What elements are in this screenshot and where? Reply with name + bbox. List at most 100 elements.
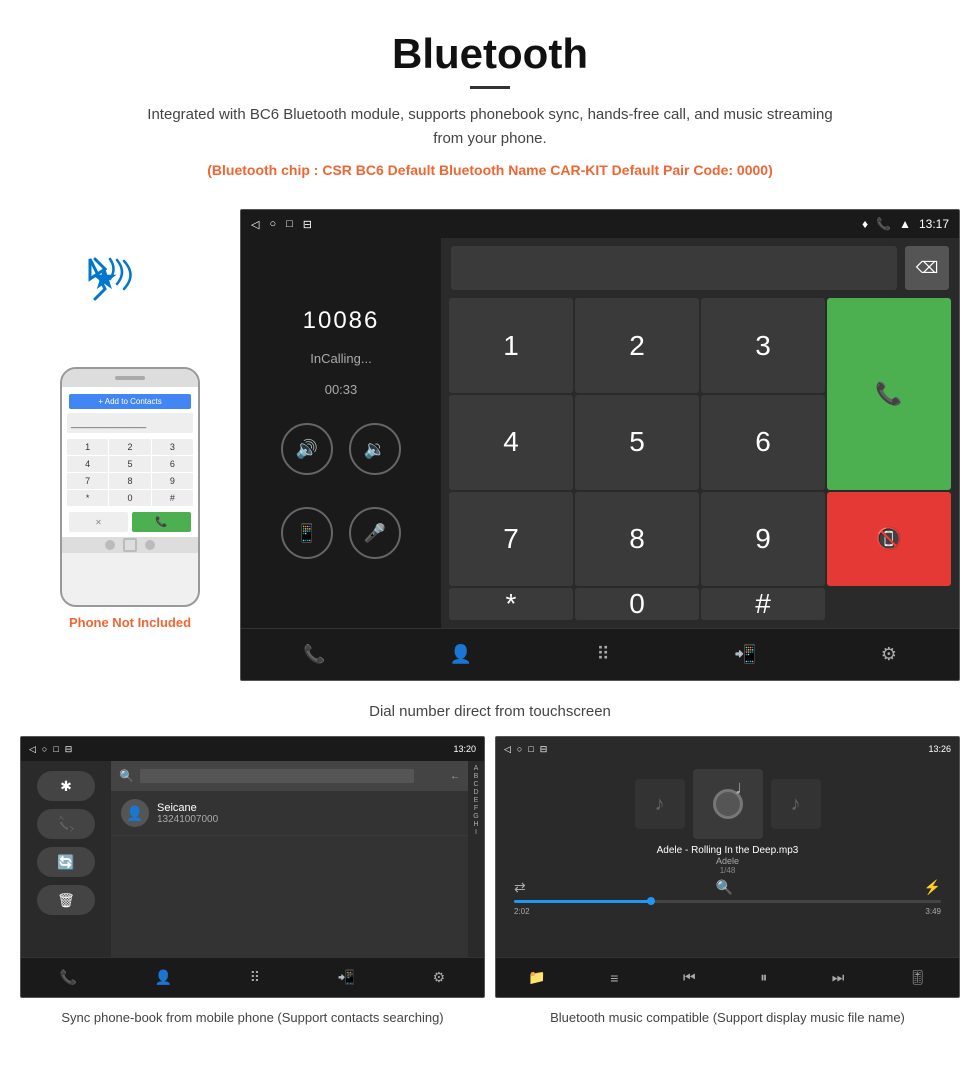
pb-alpha-g[interactable]: G [473, 813, 478, 820]
album-art-main: ♩ [693, 769, 763, 839]
key-1[interactable]: 1 [449, 298, 573, 393]
dial-right-panel: ⌫ 1 2 3 📞 4 5 6 7 8 9 * 0 # 📵 [441, 238, 959, 628]
android-status-bar: ◁ ○ □ ⊟ ♦ 📞 ▲ 13:17 [241, 210, 959, 238]
pb-back-arrow[interactable]: ← [450, 771, 460, 782]
pb-alpha-b[interactable]: B [474, 773, 479, 780]
key-0[interactable]: 0 [575, 588, 699, 620]
pb-alpha-c[interactable]: C [473, 781, 478, 788]
pb-alpha-h[interactable]: H [473, 821, 478, 828]
back-icon: ◁ [251, 218, 259, 231]
key-9[interactable]: 9 [701, 492, 825, 587]
ms-folder-icon[interactable]: 📁 [528, 969, 545, 986]
pb-alpha-d[interactable]: D [473, 789, 478, 796]
ms-equalizer-icon[interactable]: ⚡ [924, 879, 941, 896]
signal-waves [105, 254, 145, 304]
call-end-btn[interactable]: 📵 [827, 492, 951, 587]
dial-input-box[interactable] [451, 246, 897, 290]
pb-back-icon: ◁ [29, 744, 36, 755]
ms-progress-bar[interactable] [514, 900, 941, 903]
key-6[interactable]: 6 [701, 395, 825, 490]
bottom-screenshots: ◁ ○ □ ⊟ 13:20 ✱ 📞 🔄 🗑 [0, 736, 980, 1038]
ms-track-name: Adele - Rolling In the Deep.mp3 [657, 845, 799, 856]
ms-time-row: 2:02 3:49 [504, 907, 951, 916]
pb-main: 🔍 ← 👤 Seicane 13241007000 [111, 761, 468, 957]
pb-settings-icon[interactable]: ⚙ [433, 969, 446, 986]
settings-icon[interactable]: ⚙ [881, 644, 897, 665]
pb-delete-btn[interactable]: 🗑 [37, 885, 95, 915]
ms-home-icon: ○ [517, 744, 522, 755]
pb-avatar: 👤 [121, 799, 149, 827]
header-specs: (Bluetooth chip : CSR BC6 Default Blueto… [140, 159, 840, 181]
pb-search-icon: 🔍 [119, 769, 134, 783]
pb-alpha-a[interactable]: A [474, 765, 479, 772]
album-art-right: ♪ [771, 779, 821, 829]
ms-prev-icon[interactable]: ⏮ [683, 969, 696, 986]
music-screenshot: ◁ ○ □ ⊟ 13:26 ♪ [495, 736, 960, 998]
pb-alpha-i[interactable]: I [475, 829, 477, 836]
pb-contact-icon[interactable]: 👤 [155, 969, 172, 986]
pb-bluetooth-icon[interactable]: ✱ [37, 771, 95, 801]
contacts-icon[interactable]: 👤 [450, 644, 472, 665]
title-divider [470, 86, 510, 89]
dialer-icon[interactable]: ⠿ [597, 644, 610, 665]
transfer-nav-icon[interactable]: 📲 [734, 644, 756, 665]
album-art-left: ♪ [635, 779, 685, 829]
top-section: ★ + Add to Contacts _______________ 1 [0, 199, 980, 691]
music-caption: Bluetooth music compatible (Support disp… [544, 998, 911, 1038]
pb-call-btn[interactable]: 📞 [37, 809, 95, 839]
key-7[interactable]: 7 [449, 492, 573, 587]
pb-calls-icon[interactable]: 📞 [60, 969, 77, 986]
numpad: 1 2 3 📞 4 5 6 7 8 9 * 0 # 📵 [441, 298, 959, 628]
ms-content: ♪ ♩ ♪ Adele - Rolling In the De [496, 761, 959, 957]
key-3[interactable]: 3 [701, 298, 825, 393]
ms-mixer-icon[interactable]: 🎚 [909, 969, 927, 986]
phone-not-included-label: Phone Not Included [69, 615, 191, 630]
ms-track-info: Adele - Rolling In the Deep.mp3 Adele 1/… [657, 845, 799, 875]
ms-list-icon[interactable]: ≡ [610, 970, 618, 986]
key-2[interactable]: 2 [575, 298, 699, 393]
ms-progress-dot [647, 897, 655, 905]
pb-contact-info: Seicane 13241007000 [157, 802, 218, 825]
phonebook-screen: ◁ ○ □ ⊟ 13:20 ✱ 📞 🔄 🗑 [21, 737, 484, 997]
menu-icon: ⊟ [303, 218, 312, 231]
key-5[interactable]: 5 [575, 395, 699, 490]
pb-bottom-nav: 📞 👤 ⠿ 📲 ⚙ [21, 957, 484, 997]
status-time: 13:17 [919, 217, 949, 231]
transfer-btn[interactable]: 📱 [281, 507, 333, 559]
ms-progress-fill [514, 900, 651, 903]
dial-left-panel: 10086 InCalling... 00:33 🔊 🔉 📱 🎤 [241, 238, 441, 628]
ms-time: 13:26 [928, 744, 951, 754]
wifi-icon: ▲ [899, 217, 911, 231]
ms-search-icon[interactable]: 🔍 [716, 879, 733, 896]
ms-menu-icon: ⊟ [540, 744, 548, 755]
pb-contact-name: Seicane [157, 802, 218, 814]
pb-alpha-e[interactable]: E [474, 797, 479, 804]
volume-down-btn[interactable]: 🔉 [349, 423, 401, 475]
pb-time: 13:20 [453, 744, 476, 754]
pb-sync-btn[interactable]: 🔄 [37, 847, 95, 877]
key-8[interactable]: 8 [575, 492, 699, 587]
pb-alpha-list: A B C D E F G H I [468, 761, 484, 957]
pb-contact-row[interactable]: 👤 Seicane 13241007000 [111, 791, 468, 836]
ms-next-icon[interactable]: ⏭ [832, 969, 845, 986]
volume-up-btn[interactable]: 🔊 [281, 423, 333, 475]
pb-dialer-icon[interactable]: ⠿ [250, 969, 260, 986]
key-4[interactable]: 4 [449, 395, 573, 490]
pb-contact-phone: 13241007000 [157, 814, 218, 825]
recent-icon: □ [286, 218, 293, 230]
backspace-btn[interactable]: ⌫ [905, 246, 949, 290]
pb-menu-icon: ⊟ [65, 744, 73, 755]
pb-transfer-icon[interactable]: 📲 [338, 969, 355, 986]
ms-shuffle-icon[interactable]: ⇄ [514, 879, 526, 896]
ms-back-icon: ◁ [504, 744, 511, 755]
call-answer-btn[interactable]: 📞 [827, 298, 951, 489]
calls-icon[interactable]: 📞 [303, 644, 325, 665]
key-star[interactable]: * [449, 588, 573, 620]
pb-alpha-f[interactable]: F [474, 805, 478, 812]
key-hash[interactable]: # [701, 588, 825, 620]
location-icon: ♦ [862, 217, 868, 231]
ms-play-icon[interactable]: ⏸ [760, 969, 767, 986]
mute-btn[interactable]: 🎤 [349, 507, 401, 559]
pb-search-bar: 🔍 ← [111, 761, 468, 791]
dial-screenshot: ◁ ○ □ ⊟ ♦ 📞 ▲ 13:17 10086 InCalling... 0… [240, 209, 960, 681]
